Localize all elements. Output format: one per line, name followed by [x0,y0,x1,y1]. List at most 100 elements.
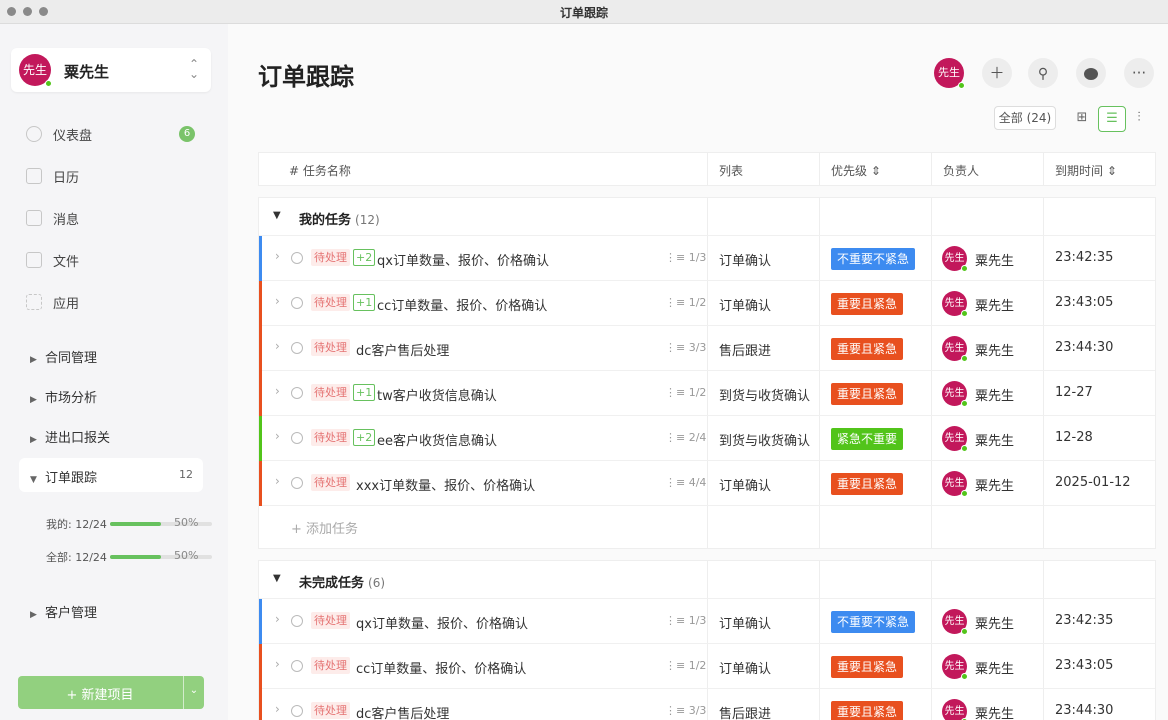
table-row[interactable]: › 待处理 +1 tw客户收货信息确认 ⋮≡ 1/2 到货与收货确认 重要且紧急 先生 粟先生 1… [259,371,1155,416]
chevron-right-icon[interactable]: › [275,657,280,671]
column-divider [1043,198,1044,235]
new-project-button[interactable]: + 新建项目 ⌄ [18,676,204,709]
project-group-contracts[interactable]: ▶ 合同管理 [30,347,97,366]
caret-down-icon[interactable]: ▼ [273,573,281,584]
sidebar-item-messages[interactable]: 消息 [26,207,206,229]
chat-button[interactable] [1076,58,1106,88]
table-row[interactable]: › 待处理 +2 ee客户收货信息确认 ⋮≡ 2/4 到货与收货确认 紧急不重要 先生 粟先生 1… [259,416,1155,461]
section-count: (12) [355,213,380,227]
online-indicator [961,265,968,272]
section-header[interactable]: ▼ 我的任务 (12) [259,198,1155,236]
complete-checkbox[interactable] [291,252,303,264]
chat-icon [1084,67,1098,80]
column-header-due[interactable]: 到期时间 ⇕ [1055,162,1117,179]
chevron-right-icon[interactable]: › [275,294,280,308]
chevron-right-icon[interactable]: › [275,384,280,398]
column-divider [707,599,708,643]
avatar: 先生 [942,654,968,680]
priority-tag[interactable]: 紧急不重要 [831,428,904,450]
complete-checkbox[interactable] [291,660,303,672]
project-group-customs[interactable]: ▶ 进出口报关 [30,427,110,446]
task-owner: 粟先生 [975,707,1015,720]
gantt-view-button[interactable]: ⫶ [1128,106,1150,132]
column-divider [819,153,820,185]
task-name[interactable]: qx订单数量、报价、价格确认 [377,250,549,269]
task-name[interactable]: xxx订单数量、报价、价格确认 [356,475,535,494]
column-divider [819,416,820,460]
task-name[interactable]: dc客户售后处理 [356,340,449,359]
complete-checkbox[interactable] [291,297,303,309]
subtask-progress: ⋮≡ 4/4 [665,476,707,489]
table-row[interactable]: › 待处理 qx订单数量、报价、价格确认 ⋮≡ 1/3 订单确认 不重要不紧急 先生 粟先生 2… [259,599,1155,644]
sidebar-item-calendar[interactable]: 日历 [26,165,206,187]
more-button[interactable]: ··· [1124,58,1154,88]
complete-checkbox[interactable] [291,387,303,399]
column-divider [819,236,820,280]
task-name[interactable]: dc客户售后处理 [356,703,449,720]
complete-checkbox[interactable] [291,477,303,489]
filter-all-button[interactable]: 全部 (24) [994,106,1056,130]
subtask-progress: ⋮≡ 1/3 [665,614,707,627]
sidebar-item-label: 日历 [53,171,80,186]
caret-down-icon: ▼ [30,475,37,485]
task-name[interactable]: cc订单数量、报价、价格确认 [377,295,547,314]
chevron-right-icon[interactable]: › [275,339,280,353]
table-row[interactable]: › 待处理 +2 qx订单数量、报价、价格确认 ⋮≡ 1/3 订单确认 不重要不紧急 先生 粟先… [259,236,1155,281]
priority-tag[interactable]: 重要且紧急 [831,473,904,495]
priority-tag[interactable]: 重要且紧急 [831,293,904,315]
priority-tag[interactable]: 重要且紧急 [831,701,904,720]
online-indicator [958,82,965,89]
board-view-button[interactable]: ⊞ [1068,106,1096,132]
column-divider [931,561,932,598]
priority-tag[interactable]: 不重要不紧急 [831,248,916,270]
chevron-right-icon[interactable]: › [275,474,280,488]
sidebar-item-files[interactable]: 文件 [26,249,206,271]
calendar-icon [26,168,42,184]
user-switcher[interactable]: 先生 粟先生 ⌃ ⌄ [11,48,211,92]
caret-down-icon[interactable]: ▼ [273,210,281,221]
list-view-button[interactable]: ☰ [1098,106,1126,132]
table-row[interactable]: › 待处理 dc客户售后处理 ⋮≡ 3/3 售后跟进 重要且紧急 先生 粟先生 23:44:30 [259,689,1155,720]
priority-tag[interactable]: 重要且紧急 [831,338,904,360]
task-name[interactable]: cc订单数量、报价、价格确认 [356,658,526,677]
sidebar-item-apps[interactable]: 应用 [26,291,206,313]
chevron-down-icon[interactable]: ⌄ [186,685,202,696]
section-header[interactable]: ▼ 未完成任务 (6) [259,561,1155,599]
complete-checkbox[interactable] [291,432,303,444]
project-group-order-tracking[interactable]: ▼ 订单跟踪 12 [19,458,203,492]
table-row[interactable]: › 待处理 xxx订单数量、报价、价格确认 ⋮≡ 4/4 订单确认 重要且紧急 先生 粟先生 2… [259,461,1155,506]
column-header-priority[interactable]: 优先级 ⇕ [831,162,881,179]
column-divider [707,461,708,505]
search-button[interactable]: ⚲ [1028,58,1058,88]
task-name[interactable]: ee客户收货信息确认 [377,430,497,449]
complete-checkbox[interactable] [291,705,303,717]
priority-tag[interactable]: 不重要不紧急 [831,611,916,633]
column-header-owner: 负责人 [943,164,980,178]
table-row[interactable]: › 待处理 +1 cc订单数量、报价、价格确认 ⋮≡ 1/2 订单确认 重要且紧急 先生 粟先生… [259,281,1155,326]
complete-checkbox[interactable] [291,342,303,354]
task-owner: 粟先生 [975,479,1015,494]
chevron-right-icon[interactable]: › [275,429,280,443]
progress-label: 我的: 12/24 [46,518,107,531]
priority-bar [259,461,262,506]
chevron-right-icon[interactable]: › [275,249,280,263]
add-task-row[interactable]: + 添加任务 [259,506,1155,548]
priority-tag[interactable]: 重要且紧急 [831,656,904,678]
priority-tag[interactable]: 重要且紧急 [831,383,904,405]
subtask-count-tag: +1 [353,294,376,311]
complete-checkbox[interactable] [291,615,303,627]
project-group-customers[interactable]: ▶ 客户管理 [30,602,97,621]
chevron-right-icon[interactable]: › [275,612,280,626]
table-row[interactable]: › 待处理 cc订单数量、报价、价格确认 ⋮≡ 1/2 订单确认 重要且紧急 先生 粟先生 23… [259,644,1155,689]
column-divider [819,644,820,688]
column-divider [819,198,820,235]
chevron-right-icon[interactable]: › [275,702,280,716]
project-group-market[interactable]: ▶ 市场分析 [30,387,97,406]
task-name[interactable]: tw客户收货信息确认 [377,385,497,404]
add-task-button[interactable]: + 添加任务 [291,518,358,537]
avatar[interactable]: 先生 [934,58,965,89]
add-button[interactable]: ＋ [982,58,1012,88]
progress-label: 全部: 12/24 [46,551,107,564]
table-row[interactable]: › 待处理 dc客户售后处理 ⋮≡ 3/3 售后跟进 重要且紧急 先生 粟先生 23:44:30 [259,326,1155,371]
task-name[interactable]: qx订单数量、报价、价格确认 [356,613,528,632]
